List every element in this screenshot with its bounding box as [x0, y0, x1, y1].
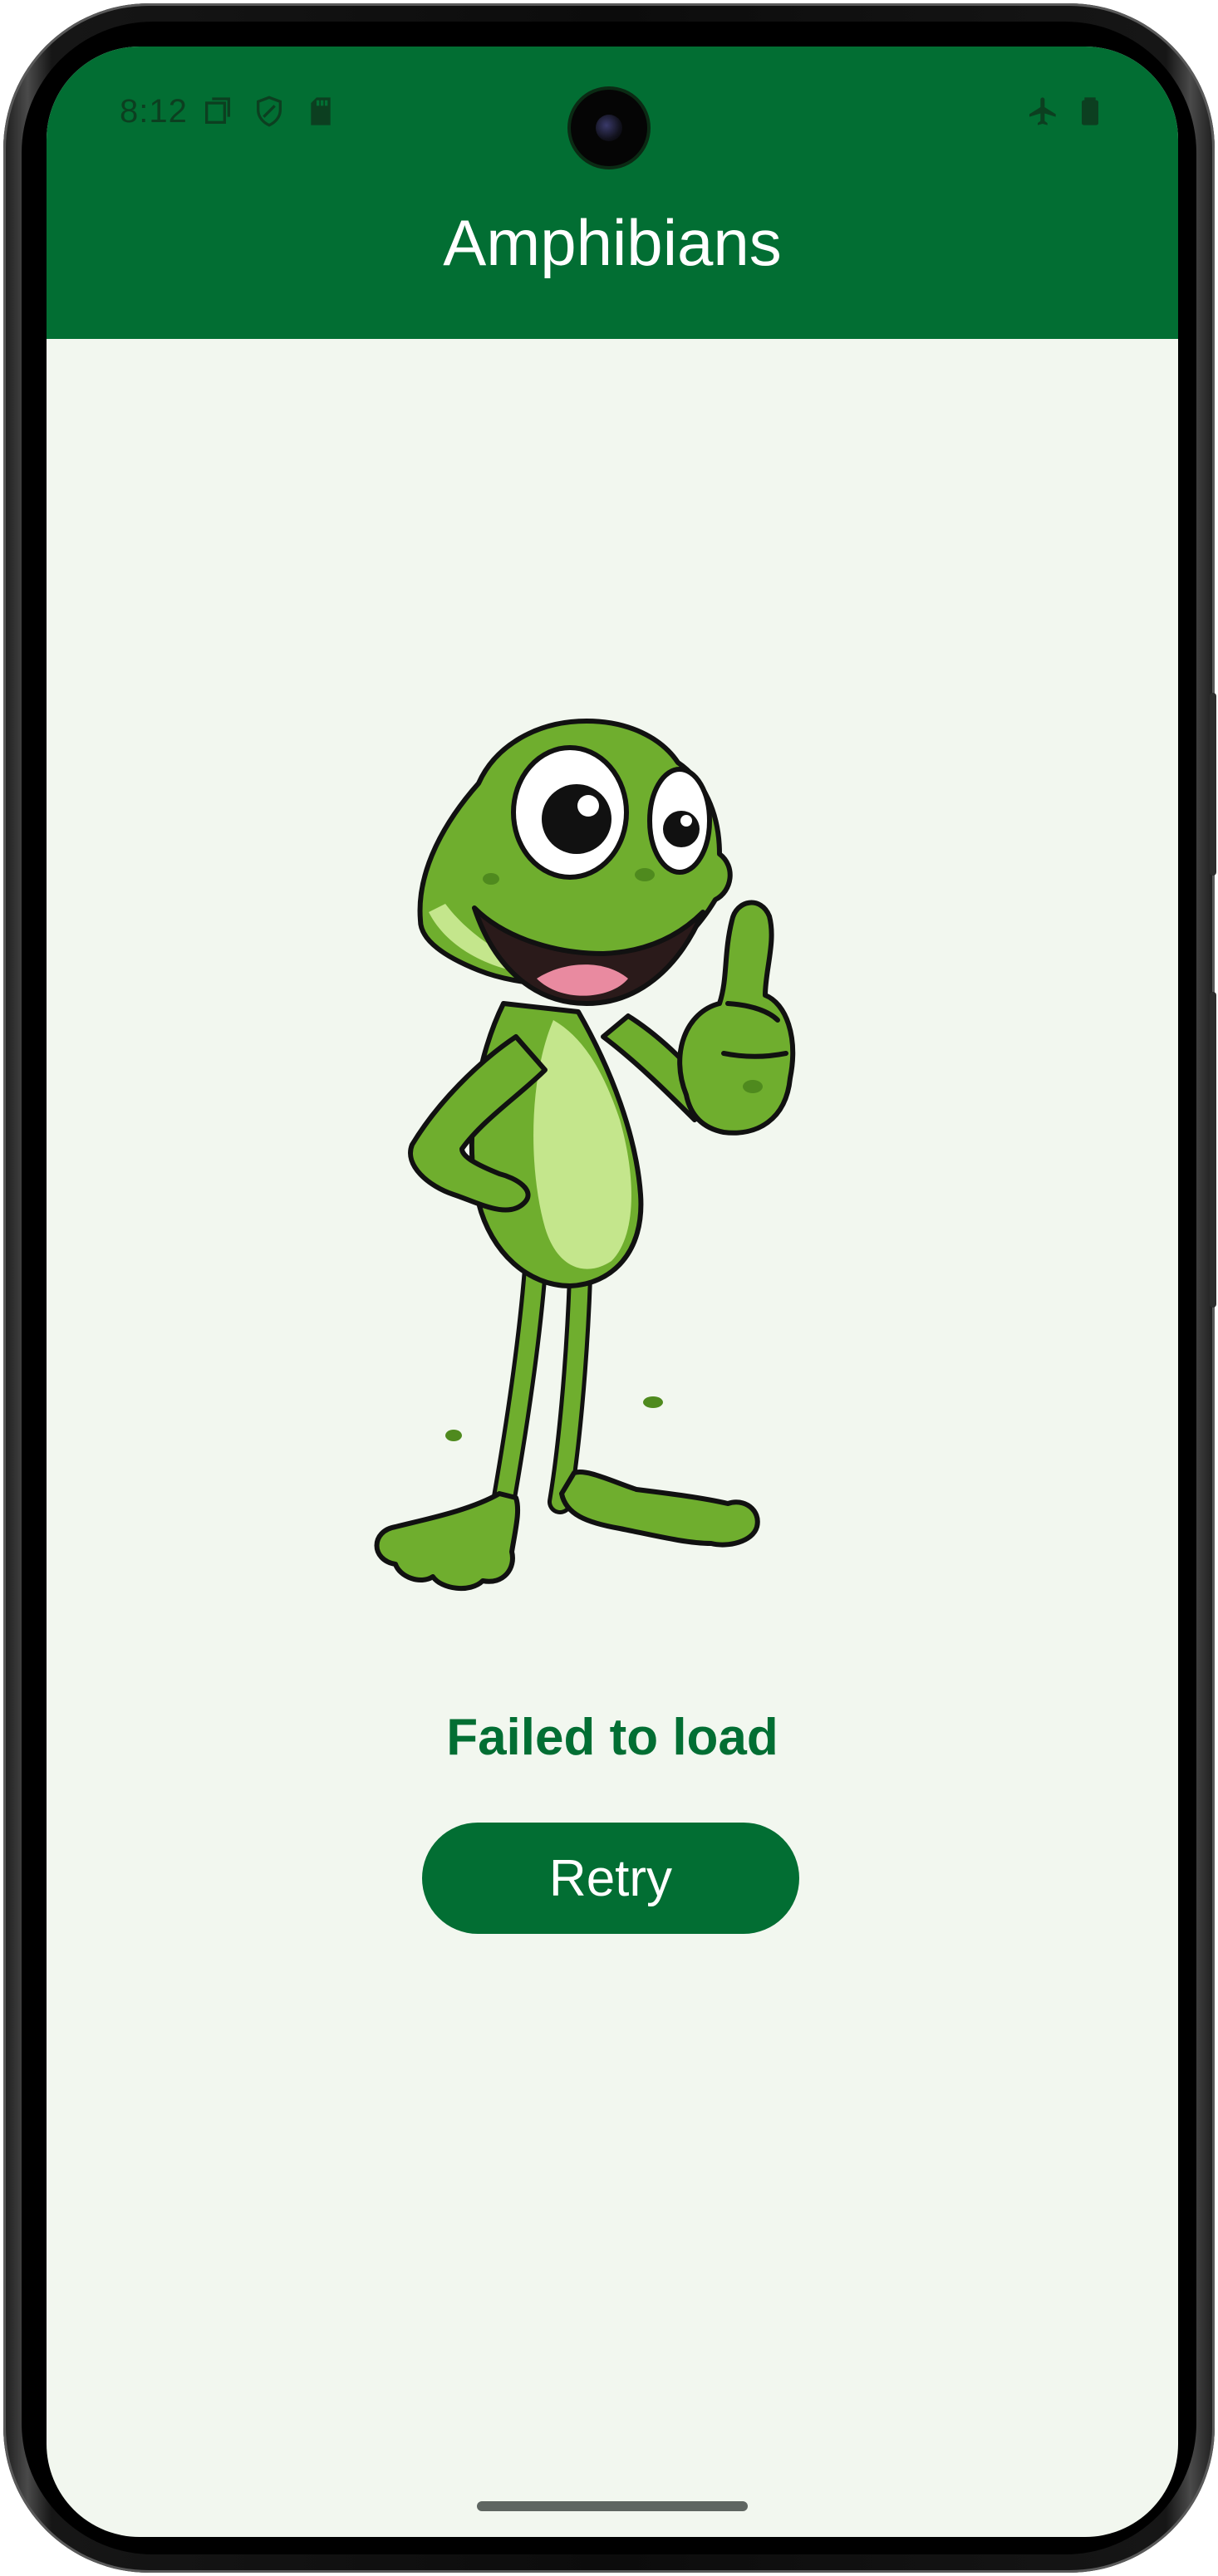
home-indicator[interactable] — [477, 2501, 748, 2511]
frog-illustration-icon — [374, 719, 796, 1592]
top-app-bar: 8:12 Amphibians — [47, 47, 1178, 339]
screen-record-icon — [205, 97, 230, 124]
status-bar: 8:12 — [47, 47, 1178, 171]
shield-icon — [257, 96, 282, 127]
battery-icon — [1082, 97, 1098, 125]
phone-frame: 8:12 Amphibians Failed to load Retry — [3, 3, 1216, 2573]
error-screen: Failed to load Retry — [47, 339, 1178, 2537]
screen: 8:12 Amphibians Failed to load Retry — [47, 47, 1178, 2537]
power-button — [1210, 992, 1216, 1308]
front-camera — [571, 90, 647, 166]
status-time: 8:12 — [120, 93, 188, 130]
volume-button — [1210, 693, 1216, 876]
retry-button[interactable]: Retry — [422, 1823, 799, 1934]
app-title: Amphibians — [443, 206, 782, 279]
error-message: Failed to load — [446, 1709, 778, 1766]
sd-card-icon — [311, 97, 331, 125]
airplane-mode-icon — [1029, 97, 1056, 125]
